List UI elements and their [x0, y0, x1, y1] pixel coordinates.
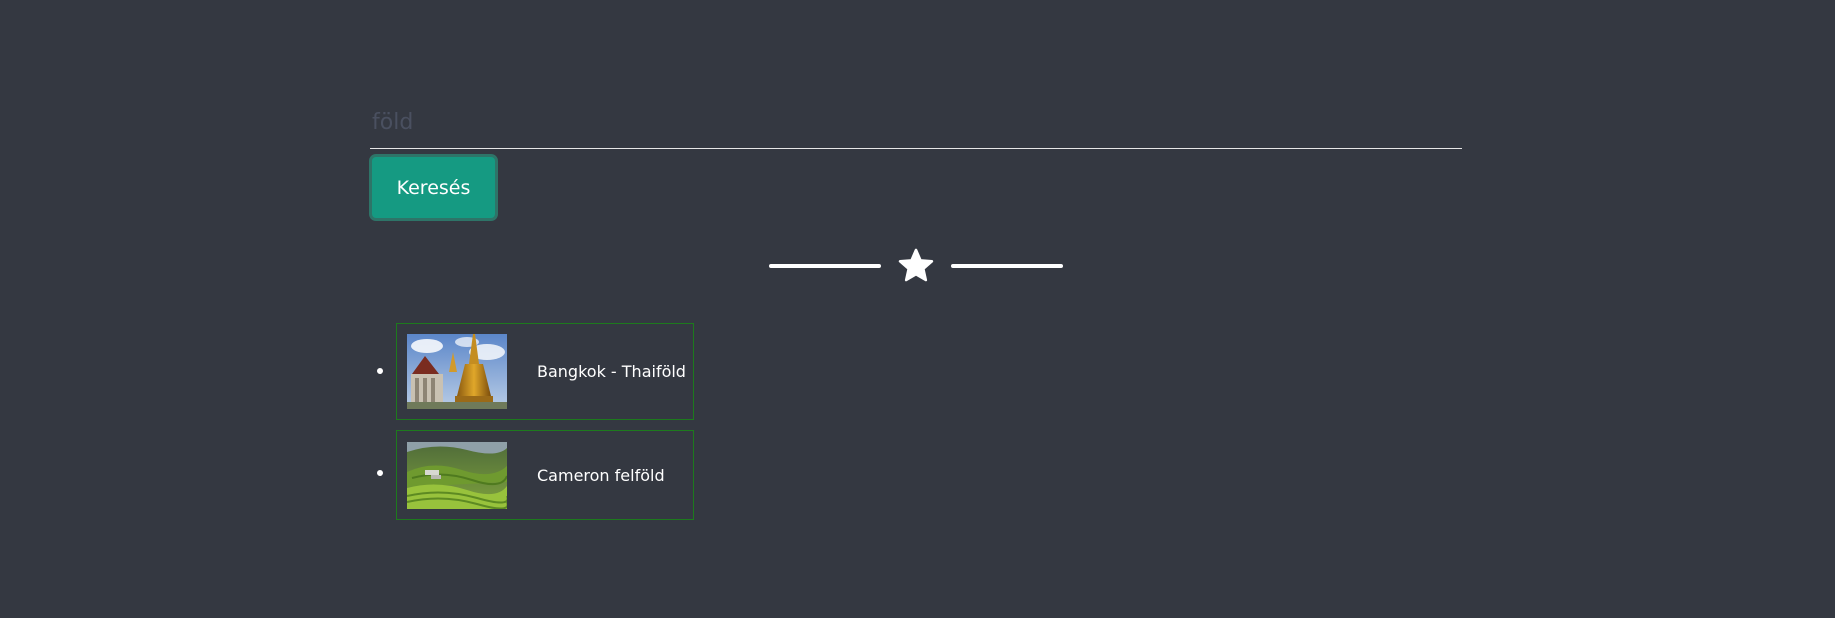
result-label: Cameron felföld: [537, 465, 665, 485]
tea-plantation-photo: [407, 441, 507, 509]
star-divider: [769, 248, 1063, 284]
temple-photo: [407, 334, 507, 409]
result-label: Bangkok - Thaiföld: [537, 362, 686, 381]
search-button[interactable]: Keresés: [369, 154, 498, 221]
star-icon: [897, 248, 935, 284]
results-list: Bangkok - Thaiföld Cameron felföld: [377, 323, 694, 530]
list-bullet: [377, 368, 383, 374]
search-input[interactable]: [370, 97, 1462, 149]
list-item: Cameron felföld: [377, 430, 694, 520]
divider-line-left: [769, 264, 881, 268]
divider-line-right: [951, 264, 1063, 268]
list-bullet: [377, 470, 383, 476]
list-item: Bangkok - Thaiföld: [377, 323, 694, 420]
page: Keresés: [0, 0, 1835, 618]
result-card-cameron[interactable]: Cameron felföld: [396, 430, 694, 520]
result-card-bangkok[interactable]: Bangkok - Thaiföld: [396, 323, 694, 420]
